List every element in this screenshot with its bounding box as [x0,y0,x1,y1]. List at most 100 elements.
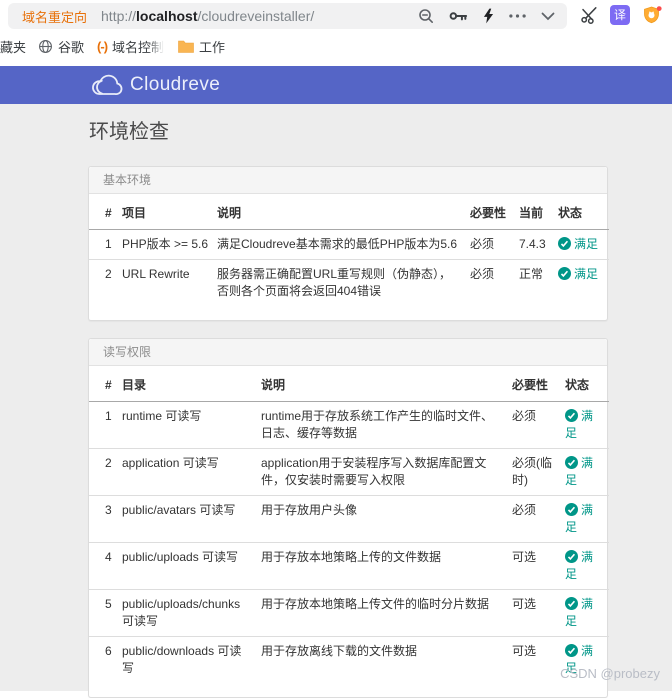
table-header-row: # 目录 说明 必要性 状态 [89,366,609,402]
column-header: 状态 [558,194,609,230]
table-row: 5 public/uploads/chunks 可读写 用于存放本地策略上传文件的临… [89,589,609,637]
table-row: 3 public/avatars 可读写 用于存放用户头像 必须 满足 [89,495,609,543]
bookmark-item-domain-control[interactable]: (-) 域名控制 [97,37,164,56]
status-ok: 满足 [565,597,593,628]
domain-brackets-icon: (-) [97,38,108,54]
table-cell: PHP版本 >= 5.6 [122,237,209,251]
column-header: 项目 [122,194,217,230]
table-cell: 用于存放离线下载的文件数据 [261,636,512,683]
check-table: # 项目 说明 必要性 当前 状态 1 PHP版本 >= 5.6 满足Cloudreve基本需求… [89,194,609,306]
check-table: # 目录 说明 必要性 状态 1 runtime 可读写 runtime用于存放系统工作产生的… [89,366,609,683]
status-ok: 满足 [565,550,593,581]
column-header: # [89,194,122,230]
translate-icon[interactable]: 译 [610,5,630,25]
table-cell: 7.4.3 [519,237,546,251]
table-row: 6 public/downloads 可读写 用于存放离线下载的文件数据 可选 满足 [89,636,609,683]
table-row: 1 runtime 可读写 runtime用于存放系统工作产生的临时文件、日志、缓存… [89,402,609,449]
table-cell: 用于存放本地策略上传的文件数据 [261,542,512,590]
status-ok: 满足 [558,237,598,251]
column-header: # [89,366,122,402]
panel-title: 读写权限 [89,339,607,366]
status-cell: 满足 [565,448,609,496]
table-cell: 满足Cloudreve基本需求的最低PHP版本为5.6 [217,237,458,251]
table-cell: 用于存放用户头像 [261,495,512,543]
status-text: 满足 [574,267,599,281]
table-cell: 5 [89,589,122,637]
column-header: 说明 [261,366,512,402]
status-ok: 满足 [565,456,593,487]
check-icon [565,456,578,469]
column-header: 目录 [122,366,261,402]
table-row: 2 application 可读写 application用于安装程序写入数据库配置… [89,448,609,496]
table-cell: public/downloads 可读写 [122,636,261,683]
shield-security-icon[interactable] [642,5,663,25]
table-cell: application 可读写 [122,448,261,496]
table-cell: URL Rewrite [122,259,217,306]
panel-title: 基本环境 [89,167,607,194]
check-icon [565,503,578,516]
bookmark-label: 谷歌 [58,39,85,55]
chevron-down-icon[interactable] [541,12,555,21]
panel-rw-permissions: 读写权限 # 目录 说明 必要性 状态 1 runtime 可读写 runtime用于存放系统工… [88,338,609,698]
table-cell: 2 [89,259,122,306]
app-header: Cloudreve [0,66,672,104]
bookmark-label: 域名控制 [112,39,165,55]
bookmark-label: 藏夹 [0,39,27,55]
check-icon [565,409,578,422]
table-row: 1 PHP版本 >= 5.6 满足Cloudreve基本需求的最低PHP版本为5.6… [89,230,609,260]
status-ok: 满足 [565,503,593,534]
url-path: /cloudreveinstaller/ [197,8,315,24]
table-cell: public/uploads 可读写 [122,542,261,590]
address-bar[interactable]: 域名重定向 http://localhost/cloudreveinstalle… [8,3,567,29]
status-text: 满足 [574,237,599,251]
check-icon [558,237,571,250]
url-host: localhost [136,8,198,24]
table-cell: public/uploads/chunks 可读写 [122,589,261,637]
page-content: 环境检查 基本环境 # 项目 说明 必要性 当前 状态 1 PHP版本 >= 5.6 满足Clou… [0,104,672,698]
brand-name: Cloudreve [130,74,221,95]
status-cell: 满足 [565,542,609,590]
url-scheme: http:// [101,8,137,24]
bookmarks-bar: 藏夹 谷歌 (-) 域名控制 工作 [0,35,225,57]
table-cell: public/avatars 可读写 [122,495,261,543]
bookmark-item-google[interactable]: 谷歌 [38,37,84,56]
check-icon [558,267,571,280]
table-cell: 可选 [512,542,565,590]
status-ok: 满足 [565,409,593,440]
bookmark-label: 工作 [199,39,226,55]
table-cell: runtime用于存放系统工作产生的临时文件、日志、缓存等数据 [261,409,494,440]
table-cell: 4 [89,542,122,590]
table-row: 2 URL Rewrite 服务器需正确配置URL重写规则（伪静态），否则各个页面将… [89,259,609,306]
status-cell: 满足 [558,259,609,306]
lightning-icon[interactable] [483,8,494,24]
panels-container: 基本环境 # 项目 说明 必要性 当前 状态 1 PHP版本 >= 5.6 满足Cloudreve… [0,166,672,698]
table-row: 4 public/uploads 可读写 用于存放本地策略上传的文件数据 可选 满足 [89,542,609,590]
scissors-icon[interactable] [580,6,598,24]
check-icon [565,597,578,610]
brand-logo: Cloudreve [87,66,672,104]
column-header: 当前 [519,194,558,230]
bookmark-item-favorites[interactable]: 藏夹 [0,37,26,56]
panel-basic-environment: 基本环境 # 项目 说明 必要性 当前 状态 1 PHP版本 >= 5.6 满足Cloudreve… [88,166,609,321]
status-ok: 满足 [558,267,598,281]
bookmark-item-work-folder[interactable]: 工作 [178,37,225,56]
cloud-logo-icon [92,74,123,95]
table-cell: 必须 [512,409,537,423]
table-cell: 1 [105,409,112,423]
table-cell: 可选 [512,636,565,683]
check-icon [565,550,578,563]
address-bookmark-label: 域名重定向 [22,9,88,25]
url-text[interactable]: http://localhost/cloudreveinstaller/ [101,8,314,24]
status-cell: 满足 [565,402,609,449]
zoom-out-icon[interactable] [418,8,434,24]
table-header-row: # 项目 说明 必要性 当前 状态 [89,194,609,230]
page-title: 环境检查 [89,121,169,143]
more-dots-icon[interactable] [509,14,526,18]
column-header: 说明 [217,194,470,230]
status-cell: 满足 [565,589,609,637]
table-cell: 可选 [512,589,565,637]
key-icon[interactable] [449,9,468,23]
column-header: 必要性 [470,194,519,230]
table-cell: 6 [89,636,122,683]
table-cell: 正常 [519,259,558,306]
